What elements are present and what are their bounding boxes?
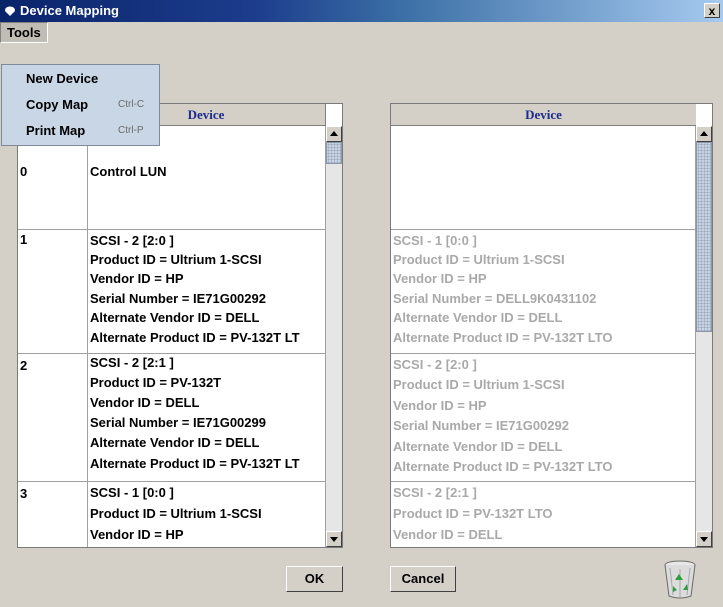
device-line: Product ID = Ultrium 1-SCSI: [90, 252, 262, 267]
device-line: Alternate Vendor ID = DELL: [393, 310, 563, 325]
device-line: Serial Number = DELL9K0431102: [393, 291, 597, 306]
device-line: Vendor ID = HP: [393, 398, 487, 413]
table-row[interactable]: [391, 126, 696, 230]
menu-item-copy-map[interactable]: Copy Map Ctrl-C: [2, 91, 159, 117]
table-row[interactable]: SCSI - 2 [2:1 ] Product ID = PV-132T LTO…: [391, 482, 696, 547]
device-line: SCSI - 1 [0:0 ]: [393, 233, 477, 248]
ok-button[interactable]: OK: [286, 566, 343, 592]
menu-item-shortcut: Ctrl-P: [118, 125, 144, 136]
table-row[interactable]: SCSI - 2 [2:0 ] Product ID = Ultrium 1-S…: [391, 354, 696, 482]
device-line: Alternate Vendor ID = DELL: [393, 439, 563, 454]
menu-item-new-device[interactable]: New Device: [2, 65, 159, 91]
tools-menu: New Device Copy Map Ctrl-C Print Map Ctr…: [1, 64, 160, 146]
scroll-down-button[interactable]: [326, 531, 342, 547]
scroll-down-button[interactable]: [696, 531, 712, 547]
device-line: Alternate Vendor ID = DELL: [90, 310, 260, 325]
device-line: SCSI - 2 [2:0 ]: [90, 233, 174, 248]
device-line: SCSI - 2 [2:1 ]: [90, 355, 174, 370]
device-line: Product ID = Ultrium 1-SCSI: [393, 377, 565, 392]
device-line: Control LUN: [90, 164, 167, 179]
device-line: Serial Number = IE71G00292: [90, 291, 266, 306]
device-line: SCSI - 2 [2:1 ]: [393, 485, 477, 500]
device-line: Product ID = Ultrium 1-SCSI: [393, 252, 565, 267]
device-line: SCSI - 2 [2:0 ]: [393, 357, 477, 372]
device-line: Alternate Product ID = PV-132T LTO: [393, 459, 613, 474]
device-line: Alternate Vendor ID = DELL: [90, 435, 260, 450]
table-row[interactable]: 1 SCSI - 2 [2:0 ] Product ID = Ultrium 1…: [18, 230, 326, 354]
left-scrollbar[interactable]: [325, 126, 342, 547]
row-lun: 1: [20, 232, 28, 247]
device-icon: [5, 6, 15, 16]
device-line: Alternate Product ID = PV-132T LTO: [393, 330, 613, 345]
scroll-up-button[interactable]: [326, 126, 342, 142]
device-line: Product ID = PV-132T: [90, 375, 222, 390]
source-device-table: Device 0 Control LUN 1 SCSI - 2 [2:0 ] P…: [17, 103, 343, 548]
menu-tools[interactable]: Tools: [0, 22, 48, 43]
device-line: Alternate Product ID = PV-132T LT: [90, 330, 300, 345]
device-line: Vendor ID = HP: [393, 271, 487, 286]
arrow-down-icon: [700, 537, 708, 542]
arrow-down-icon: [330, 537, 338, 542]
menu-item-label: Copy Map: [26, 97, 89, 112]
cancel-button[interactable]: Cancel: [390, 566, 456, 592]
device-line: Product ID = PV-132T LTO: [393, 506, 553, 521]
menu-item-label: New Device: [26, 71, 99, 86]
scroll-thumb[interactable]: [326, 142, 342, 164]
device-line: Vendor ID = HP: [90, 271, 184, 286]
scroll-thumb[interactable]: [696, 142, 712, 332]
table-row[interactable]: 2 SCSI - 2 [2:1 ] Product ID = PV-132T V…: [18, 354, 326, 482]
device-line: Vendor ID = DELL: [393, 527, 503, 542]
device-line: SCSI - 1 [0:0 ]: [90, 485, 174, 500]
table-header: Device: [391, 104, 696, 126]
scroll-up-button[interactable]: [696, 126, 712, 142]
menu-item-label: Print Map: [26, 123, 86, 138]
row-lun: 3: [20, 486, 28, 501]
table-row[interactable]: 3 SCSI - 1 [0:0 ] Product ID = Ultrium 1…: [18, 482, 326, 547]
header-device[interactable]: Device: [391, 104, 696, 125]
row-lun: 0: [20, 164, 28, 179]
device-line: Vendor ID = HP: [90, 527, 184, 542]
menu-item-shortcut: Ctrl-C: [118, 99, 145, 110]
title-bar: Device Mapping x: [0, 0, 723, 22]
close-button[interactable]: x: [704, 3, 720, 18]
target-device-table: Device SCSI - 1 [0:0 ] Product ID = Ultr…: [390, 103, 713, 548]
recycle-bin-icon[interactable]: [660, 558, 700, 600]
row-lun: 2: [20, 358, 28, 373]
table-row[interactable]: SCSI - 1 [0:0 ] Product ID = Ultrium 1-S…: [391, 230, 696, 354]
menu-bar: Tools: [0, 22, 723, 44]
window-title: Device Mapping: [20, 3, 119, 18]
device-line: Vendor ID = DELL: [90, 395, 200, 410]
device-line: Serial Number = IE71G00292: [393, 418, 569, 433]
device-line: Product ID = Ultrium 1-SCSI: [90, 506, 262, 521]
arrow-up-icon: [700, 131, 708, 136]
device-line: Alternate Product ID = PV-132T LT: [90, 456, 300, 471]
right-scrollbar[interactable]: [695, 126, 712, 547]
menu-item-print-map[interactable]: Print Map Ctrl-P: [2, 117, 159, 143]
arrow-up-icon: [330, 131, 338, 136]
device-line: Serial Number = IE71G00299: [90, 415, 266, 430]
